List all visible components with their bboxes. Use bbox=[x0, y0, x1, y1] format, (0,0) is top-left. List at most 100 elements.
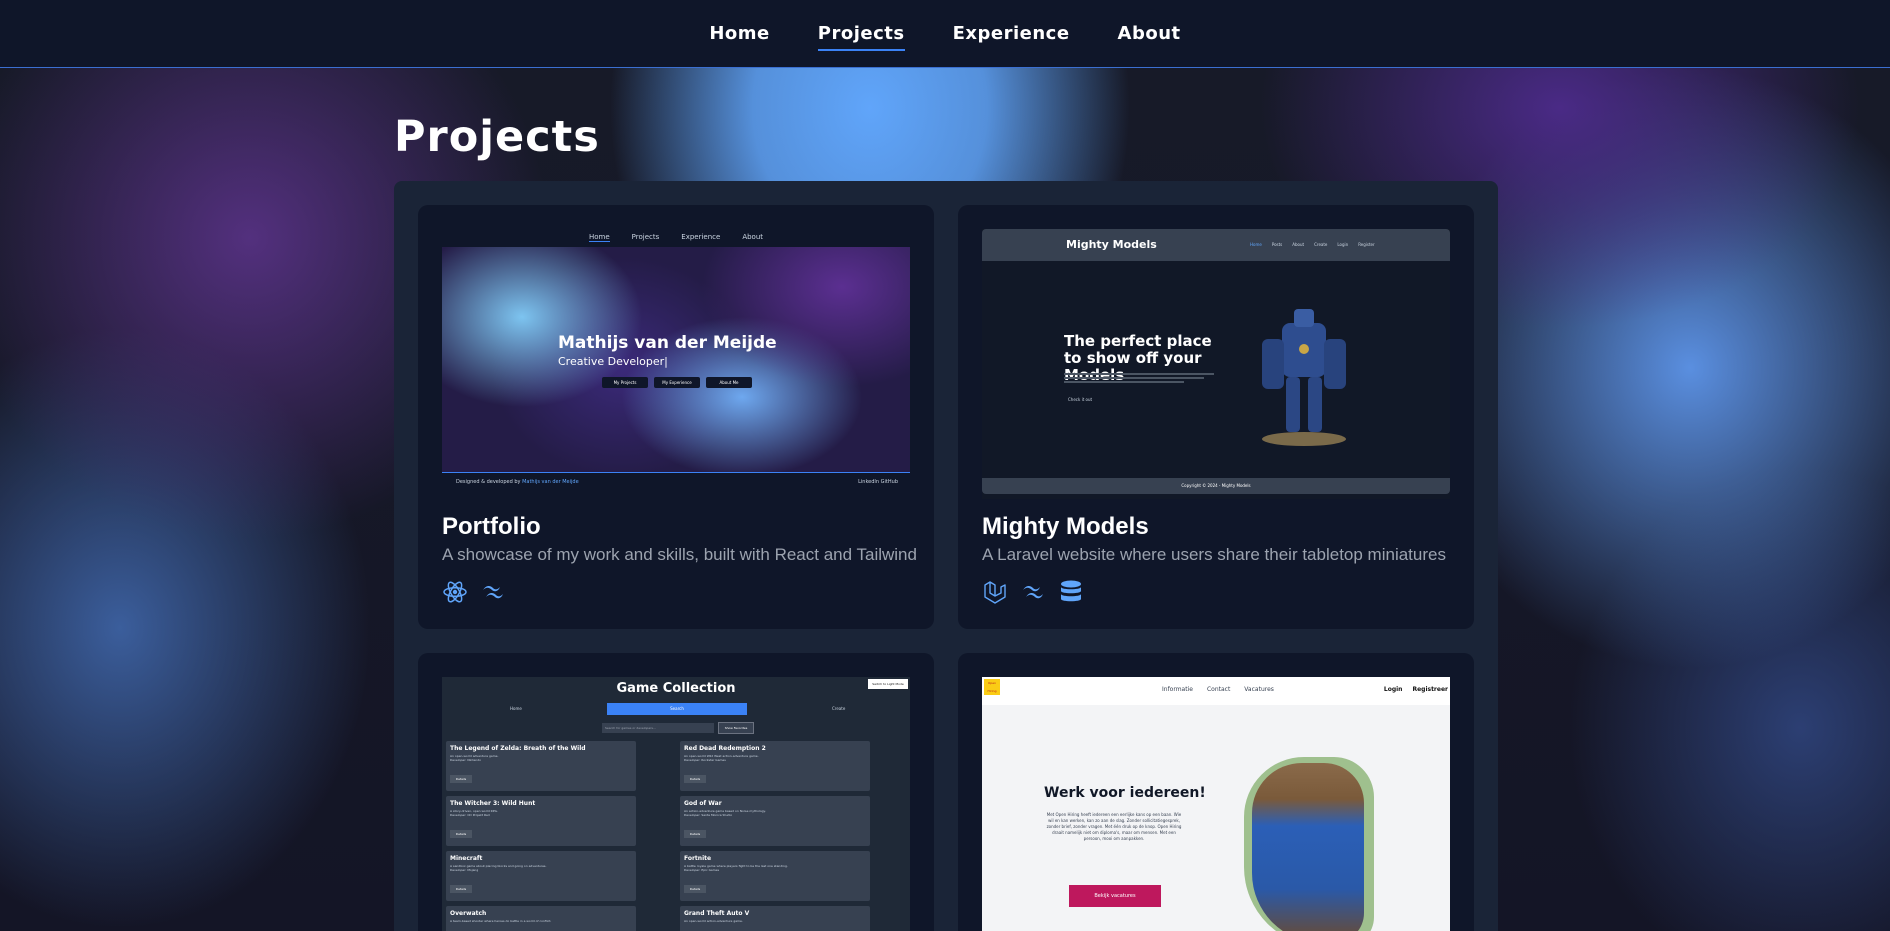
game-details-button: Details bbox=[684, 885, 706, 893]
preview-body-text: Met Open Hiring heeft iedereen een eerli… bbox=[1046, 812, 1182, 841]
nav-about[interactable]: About bbox=[1118, 19, 1181, 48]
game-dev-text: Developer: Epic Games bbox=[684, 868, 720, 872]
game-title: Grand Theft Auto V bbox=[684, 910, 750, 917]
game-dev-text: Developer: Rockstar Games bbox=[684, 758, 726, 762]
game-description: An open-world Wild West action-adventure… bbox=[684, 754, 759, 762]
preview-hero: Mathijs van der Meijde Creative Develope… bbox=[442, 247, 910, 473]
preview-register: Registreer bbox=[1412, 686, 1448, 693]
game-description: A battle royale game where players fight… bbox=[684, 864, 788, 872]
preview-footer: Designed & developed by Mathijs van der … bbox=[456, 479, 579, 485]
game-title: Minecraft bbox=[450, 855, 483, 862]
preview-game-card: Fortnite A battle royale game where play… bbox=[680, 851, 870, 901]
preview-nav-item: Home bbox=[588, 233, 610, 242]
preview-game-card: Grand Theft Auto V An open-world action-… bbox=[680, 906, 870, 931]
laravel-icon bbox=[984, 581, 1006, 604]
preview-subtitle: Creative Developer| bbox=[558, 355, 668, 368]
project-card-mighty-models[interactable]: Mighty Models Home Posts About Create Lo… bbox=[958, 205, 1474, 629]
game-title: Overwatch bbox=[450, 910, 487, 917]
preview-footer-links: LinkedIn GitHub bbox=[858, 479, 898, 485]
preview-body-text bbox=[1064, 371, 1214, 385]
preview-name: Mathijs van der Meijde bbox=[558, 333, 777, 353]
miniature-robot-image bbox=[1262, 309, 1346, 446]
preview-cta-button: Bekijk vacatures bbox=[1069, 885, 1161, 907]
tech-stack bbox=[982, 579, 1084, 605]
preview-button: My Experience bbox=[654, 377, 700, 388]
preview-game-card: Red Dead Redemption 2 An open-world Wild… bbox=[680, 741, 870, 791]
game-description: A story-driven, open world RPG. Developer… bbox=[450, 809, 498, 817]
game-dev-text: Developer: Mojang bbox=[450, 868, 479, 872]
game-dev-text: Developer: CD Projekt Red bbox=[450, 813, 490, 817]
preview-game-card: The Legend of Zelda: Breath of the Wild … bbox=[446, 741, 636, 791]
preview-navbar: Mighty Models Home Posts About Create Lo… bbox=[982, 229, 1450, 261]
preview-nav-item: Register bbox=[1358, 242, 1375, 247]
project-card-portfolio[interactable]: Home Projects Experience About Mathijs v… bbox=[418, 205, 934, 629]
preview-game-card: God of War An action-adventure game base… bbox=[680, 796, 870, 846]
preview-footer-name: Mathijs van der Meijde bbox=[522, 479, 579, 485]
game-details-button: Details bbox=[450, 885, 472, 893]
preview-nav-item: Home bbox=[1250, 242, 1262, 247]
project-preview-image: Open Hiring Informatie Contact Vacatures… bbox=[982, 677, 1450, 931]
nav-projects[interactable]: Projects bbox=[817, 19, 905, 51]
preview-button: About Me bbox=[706, 377, 752, 388]
database-icon bbox=[1061, 580, 1081, 602]
game-title: Fortnite bbox=[684, 855, 712, 862]
preview-login: Login bbox=[1383, 686, 1403, 693]
game-details-button: Details bbox=[684, 830, 706, 838]
tech-stack bbox=[442, 579, 506, 605]
game-title: God of War bbox=[684, 800, 722, 807]
project-title: Portfolio bbox=[442, 513, 541, 540]
game-details-button: Details bbox=[684, 775, 706, 783]
tailwind-icon bbox=[483, 585, 503, 599]
game-dev-text: Developer: Nintendo bbox=[450, 758, 481, 762]
preview-nav-item: Posts bbox=[1271, 242, 1283, 247]
project-description: A showcase of my work and skills, built … bbox=[442, 545, 917, 564]
game-description: An action-adventure game based on Norse … bbox=[684, 809, 766, 817]
preview-nav-item: Create bbox=[1314, 242, 1328, 247]
game-details-button: Details bbox=[450, 775, 472, 783]
game-dev-text: Developer: Santa Monica Studio bbox=[684, 813, 733, 817]
preview-game-card: Overwatch A team-based shooter where her… bbox=[446, 906, 636, 931]
game-details-button: Details bbox=[450, 830, 472, 838]
preview-nav-item: Informatie bbox=[1162, 686, 1193, 693]
project-preview-image: Home Projects Experience About Mathijs v… bbox=[442, 229, 910, 499]
projects-panel: Home Projects Experience About Mathijs v… bbox=[394, 181, 1498, 931]
nav-home[interactable]: Home bbox=[709, 19, 769, 48]
nav-experience[interactable]: Experience bbox=[953, 19, 1070, 48]
game-title: The Witcher 3: Wild Hunt bbox=[450, 800, 536, 807]
project-card-open-hiring[interactable]: Open Hiring Informatie Contact Vacatures… bbox=[958, 653, 1474, 931]
preview-navbar: Open Hiring Informatie Contact Vacatures… bbox=[982, 677, 1450, 705]
game-description: An open-world action-adventure game. bbox=[684, 919, 743, 923]
preview-footer-text: Designed & developed by bbox=[456, 479, 521, 485]
project-preview-image: Game Collection Switch to Light Mode Hom… bbox=[442, 677, 910, 931]
preview-nav-item: Experience bbox=[681, 233, 721, 241]
preview-button: My Projects bbox=[602, 377, 648, 388]
preview-game-card: Minecraft A sandbox game about placing b… bbox=[446, 851, 636, 901]
project-card-game-collection[interactable]: Game Collection Switch to Light Mode Hom… bbox=[418, 653, 934, 931]
preview-nav-item: Login bbox=[1337, 242, 1349, 247]
preview-theme-button: Switch to Light Mode bbox=[868, 679, 908, 689]
react-icon bbox=[443, 581, 467, 603]
preview-search-button: Show Favorites bbox=[718, 722, 754, 734]
game-title: Red Dead Redemption 2 bbox=[684, 745, 766, 752]
preview-logo: Mighty Models bbox=[1066, 238, 1157, 251]
page-title: Projects bbox=[394, 112, 600, 162]
tailwind-icon bbox=[1023, 585, 1043, 599]
preview-headline: Werk voor iedereen! bbox=[1044, 785, 1206, 801]
preview-tab: Home bbox=[510, 706, 522, 711]
preview-cta: Check it out bbox=[1068, 397, 1093, 402]
preview-nav-item: Vacatures bbox=[1244, 686, 1274, 693]
game-description: A team-based shooter where heroes do bat… bbox=[450, 919, 552, 923]
preview-nav: Home Projects Experience About bbox=[442, 233, 910, 242]
game-description: A sandbox game about placing blocks and … bbox=[450, 864, 546, 872]
game-title: The Legend of Zelda: Breath of the Wild bbox=[450, 745, 586, 752]
top-navigation: Home Projects Experience About bbox=[0, 0, 1890, 68]
preview-nav-item: About bbox=[742, 233, 764, 241]
project-title: Mighty Models bbox=[982, 513, 1149, 540]
preview-game-card: The Witcher 3: Wild Hunt A story-driven,… bbox=[446, 796, 636, 846]
preview-nav-item: About bbox=[1292, 242, 1305, 247]
preview-tab: Search bbox=[607, 703, 747, 715]
preview-footer: Copyright © 2024 - Mighty Models bbox=[982, 478, 1450, 494]
preview-nav-item: Projects bbox=[631, 233, 660, 241]
preview-logo: Open Hiring bbox=[984, 679, 1000, 695]
project-preview-image: Mighty Models Home Posts About Create Lo… bbox=[982, 229, 1450, 499]
